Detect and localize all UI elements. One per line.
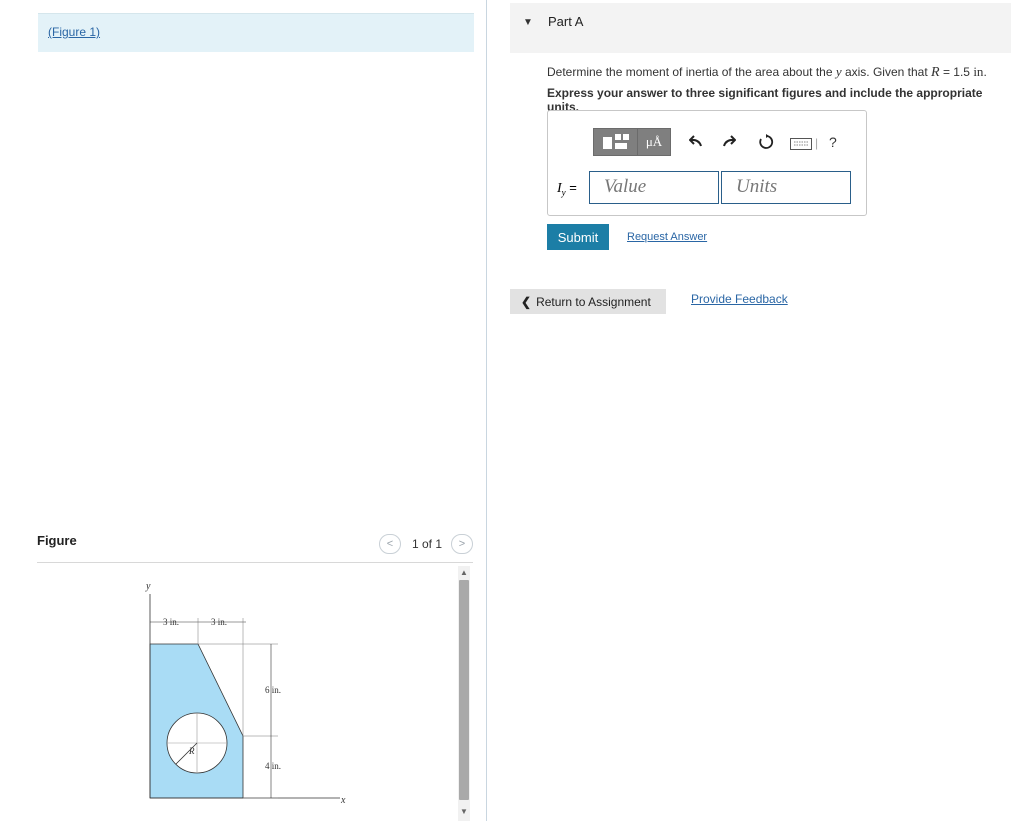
units-input[interactable]: Units: [721, 171, 851, 204]
answer-label: Iy =: [557, 180, 577, 198]
scroll-down-icon[interactable]: ▼: [460, 807, 468, 816]
help-icon[interactable]: ?: [829, 134, 837, 150]
keyboard-icon[interactable]: [790, 138, 812, 153]
request-answer-link[interactable]: Request Answer: [627, 231, 707, 243]
x-axis-label: x: [340, 795, 346, 806]
dim-right-label: 3 in.: [211, 617, 227, 627]
units-button[interactable]: μÅ: [637, 128, 671, 156]
chevron-right-icon: >: [458, 538, 466, 550]
chevron-left-icon: <: [386, 538, 394, 550]
redo-icon[interactable]: [722, 135, 737, 150]
submit-button[interactable]: Submit: [547, 224, 609, 250]
y-axis-label: y: [145, 581, 151, 592]
scrollbar-thumb[interactable]: [459, 580, 469, 800]
figure-link-bar: [38, 13, 474, 52]
dim-upper-label: 6 in.: [265, 685, 281, 695]
next-figure-button[interactable]: >: [451, 534, 473, 554]
reset-icon[interactable]: [758, 134, 774, 153]
undo-icon[interactable]: [688, 135, 703, 150]
radius-label: R: [188, 746, 195, 756]
chevron-left-icon: ❮: [521, 294, 532, 309]
figure-diagram: y x 3 in. 3 in. 6 in. 4 in. R: [145, 581, 346, 806]
return-to-assignment-button[interactable]: ❮ Return to Assignment: [510, 289, 666, 314]
collapse-caret-icon[interactable]: ▼: [523, 17, 533, 28]
provide-feedback-link[interactable]: Provide Feedback: [691, 292, 788, 306]
part-title: Part A: [548, 14, 584, 29]
toolbar-separator: |: [815, 136, 819, 150]
prev-figure-button[interactable]: <: [379, 534, 401, 554]
question-text: Determine the moment of inertia of the a…: [547, 64, 987, 80]
figure-divider: [37, 562, 473, 563]
template-button[interactable]: [593, 128, 639, 156]
figure-heading: Figure: [37, 533, 77, 548]
scroll-up-icon[interactable]: ▲: [460, 568, 468, 577]
pane-divider: [486, 0, 487, 821]
dim-lower-label: 4 in.: [265, 761, 281, 771]
dim-left-label: 3 in.: [163, 617, 179, 627]
template-icon: [603, 134, 629, 149]
pager-text: 1 of 1: [412, 537, 443, 551]
value-input[interactable]: Value: [589, 171, 719, 204]
part-a-header[interactable]: [510, 3, 1011, 53]
figure-link[interactable]: (Figure 1): [48, 25, 100, 39]
